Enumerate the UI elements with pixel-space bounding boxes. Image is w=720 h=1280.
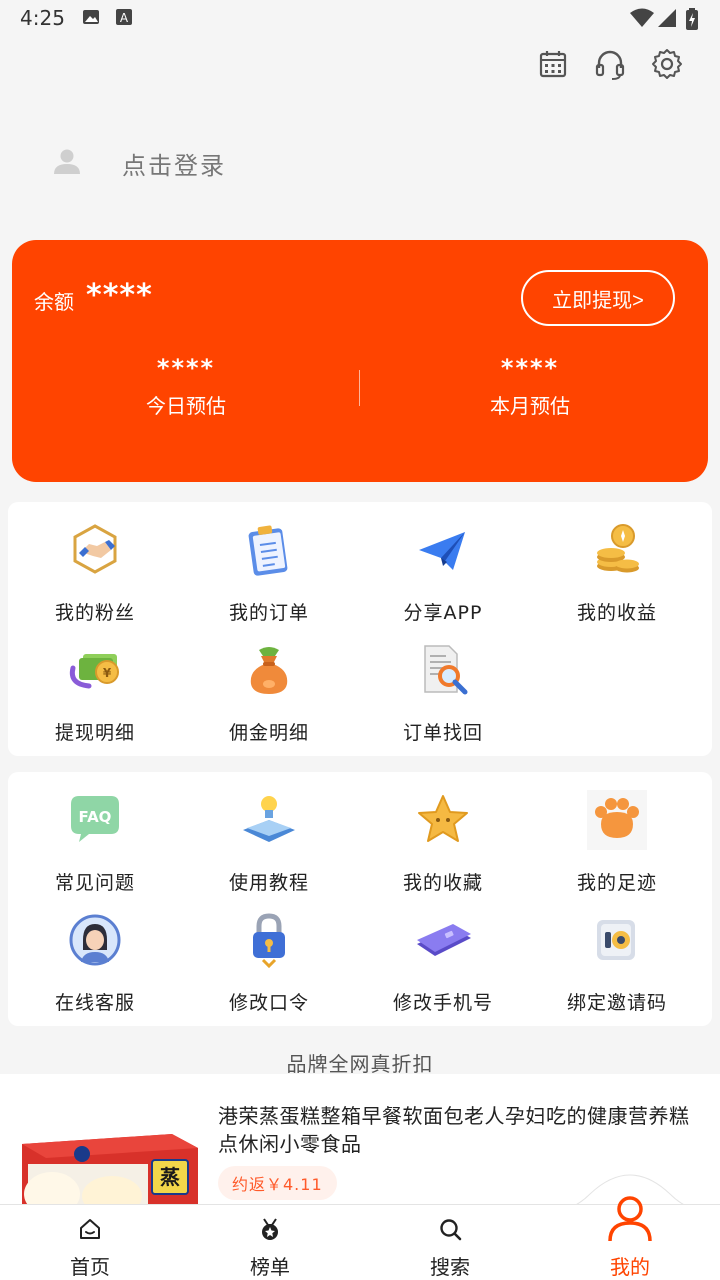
- status-time: 4:25: [20, 6, 65, 30]
- grid-item-label: 我的订单: [228, 602, 309, 624]
- grid-item-change-phone[interactable]: 修改手机号: [356, 892, 530, 1014]
- grid-item-label: 常见问题: [54, 872, 135, 894]
- grid-item-label: 绑定邀请码: [566, 992, 667, 1014]
- divider: [359, 370, 360, 406]
- search-icon: [440, 1219, 462, 1241]
- today-estimate-value: ****: [156, 354, 216, 382]
- wifi-icon: [630, 8, 654, 27]
- tab-ranking[interactable]: 榜单: [180, 1205, 360, 1280]
- svg-text:¥: ¥: [103, 666, 112, 680]
- balance-value: ****: [86, 278, 153, 313]
- grid-item-faq[interactable]: FAQ 常见问题: [8, 772, 182, 894]
- book-lightbulb-icon: [243, 796, 295, 842]
- tab-mine[interactable]: 我的: [540, 1196, 720, 1280]
- grid-item-label: 修改手机号: [392, 992, 493, 1014]
- headset-icon[interactable]: [592, 46, 628, 82]
- padlock-icon: [253, 913, 285, 969]
- avatar-placeholder-icon: [54, 149, 80, 174]
- document-search-icon: [424, 645, 468, 695]
- grid-item-orders[interactable]: 我的订单: [182, 502, 356, 624]
- grid-item-label: 订单找回: [402, 722, 483, 744]
- today-estimate-label: 今日预估: [146, 394, 226, 418]
- product-title[interactable]: 港荣蒸蛋糕整箱早餐软面包老人孕妇吃的健康营养糕点休闲小零食品: [218, 1102, 704, 1158]
- handshake-icon: [73, 524, 117, 574]
- clipboard-icon: [248, 525, 288, 576]
- user-icon: [608, 1196, 652, 1242]
- grid-item-fans[interactable]: 我的粉丝: [8, 502, 182, 624]
- medal-icon: [262, 1218, 278, 1240]
- balance-label: 余额: [34, 290, 74, 314]
- grid-item-footprints[interactable]: 我的足迹: [530, 772, 704, 894]
- section-title: 品牌全网真折扣: [286, 1052, 434, 1076]
- grid-item-favorites[interactable]: 我的收藏: [356, 772, 530, 894]
- grid-item-earnings[interactable]: 我的收益: [530, 502, 704, 624]
- money-bag-icon: [250, 647, 288, 694]
- coins-icon: [597, 524, 639, 573]
- tab-search[interactable]: 搜索: [360, 1205, 540, 1280]
- home-icon: [80, 1219, 100, 1239]
- grid-item-bind-invite-code[interactable]: 绑定邀请码: [530, 892, 704, 1014]
- money-icon: ¥: [69, 654, 119, 689]
- service-menu-grid: FAQ 常见问题 使用教程 我的收藏 我的足迹 在线客服 修改口令 修改手机号 …: [8, 772, 712, 1026]
- paw-icon: [587, 790, 647, 850]
- grid-item-online-service[interactable]: 在线客服: [8, 892, 182, 1014]
- month-estimate: **** 本月预估: [430, 354, 630, 419]
- svg-text:FAQ: FAQ: [79, 808, 112, 826]
- grid-item-label: 使用教程: [228, 872, 309, 894]
- grid-item-label: 我的收藏: [402, 872, 483, 894]
- grid-item-withdraw-detail[interactable]: ¥ 提现明细: [8, 622, 182, 744]
- grid-item-label: 在线客服: [54, 992, 135, 1014]
- bottom-tab-bar: 首页 榜单 搜索 我的: [0, 1196, 720, 1280]
- product-thumb-text: 蒸: [160, 1165, 180, 1189]
- faq-icon: FAQ: [71, 796, 119, 842]
- grid-item-label: 分享APP: [403, 602, 483, 624]
- withdraw-button[interactable]: 立即提现>: [521, 270, 675, 326]
- balance-card: 余额 **** 立即提现> **** 今日预估 **** 本月预估: [12, 240, 708, 482]
- grid-item-order-retrieve[interactable]: 订单找回: [356, 622, 530, 744]
- grid-item-change-password[interactable]: 修改口令: [182, 892, 356, 1014]
- tab-label: 搜索: [430, 1255, 470, 1279]
- month-estimate-label: 本月预估: [490, 394, 570, 418]
- grid-item-share-app[interactable]: 分享APP: [356, 502, 530, 624]
- grid-item-commission-detail[interactable]: 佣金明细: [182, 622, 356, 744]
- product-rebate-badge: 约返￥4.11: [218, 1166, 337, 1200]
- paper-plane-icon: [419, 532, 465, 570]
- today-estimate: **** 今日预估: [86, 354, 286, 419]
- invite-code-icon: [597, 920, 635, 960]
- product-thumbnail: 蒸: [22, 1134, 198, 1214]
- status-bar: 4:25 A: [0, 0, 720, 36]
- grid-item-label: 我的足迹: [576, 872, 657, 894]
- calendar-icon[interactable]: [535, 46, 571, 82]
- grid-item-label: 我的收益: [576, 602, 657, 624]
- phone-card-icon: [417, 924, 471, 956]
- grid-item-tutorial[interactable]: 使用教程: [182, 772, 356, 894]
- month-estimate-value: ****: [500, 354, 560, 382]
- image-notification-icon: [83, 10, 99, 24]
- signal-icon: [658, 9, 676, 27]
- grid-item-label: 提现明细: [54, 722, 135, 744]
- star-icon: [418, 795, 468, 842]
- tab-label: 我的: [610, 1255, 650, 1279]
- customer-service-icon: [69, 914, 121, 966]
- settings-icon[interactable]: [649, 46, 685, 82]
- svg-text:A: A: [120, 11, 129, 25]
- tab-label: 首页: [70, 1255, 110, 1279]
- font-notification-icon: A: [116, 9, 132, 25]
- account-menu-grid: 我的粉丝 我的订单 分享APP 我的收益 ¥ 提现明细 佣金明细 订单找回: [8, 502, 712, 756]
- battery-icon: [686, 8, 698, 30]
- grid-item-label: 修改口令: [228, 992, 309, 1014]
- tab-label: 榜单: [250, 1255, 290, 1279]
- grid-item-label: 佣金明细: [228, 722, 309, 744]
- tab-home[interactable]: 首页: [0, 1205, 180, 1280]
- grid-item-label: 我的粉丝: [54, 602, 135, 624]
- login-text[interactable]: 点击登录: [122, 146, 226, 181]
